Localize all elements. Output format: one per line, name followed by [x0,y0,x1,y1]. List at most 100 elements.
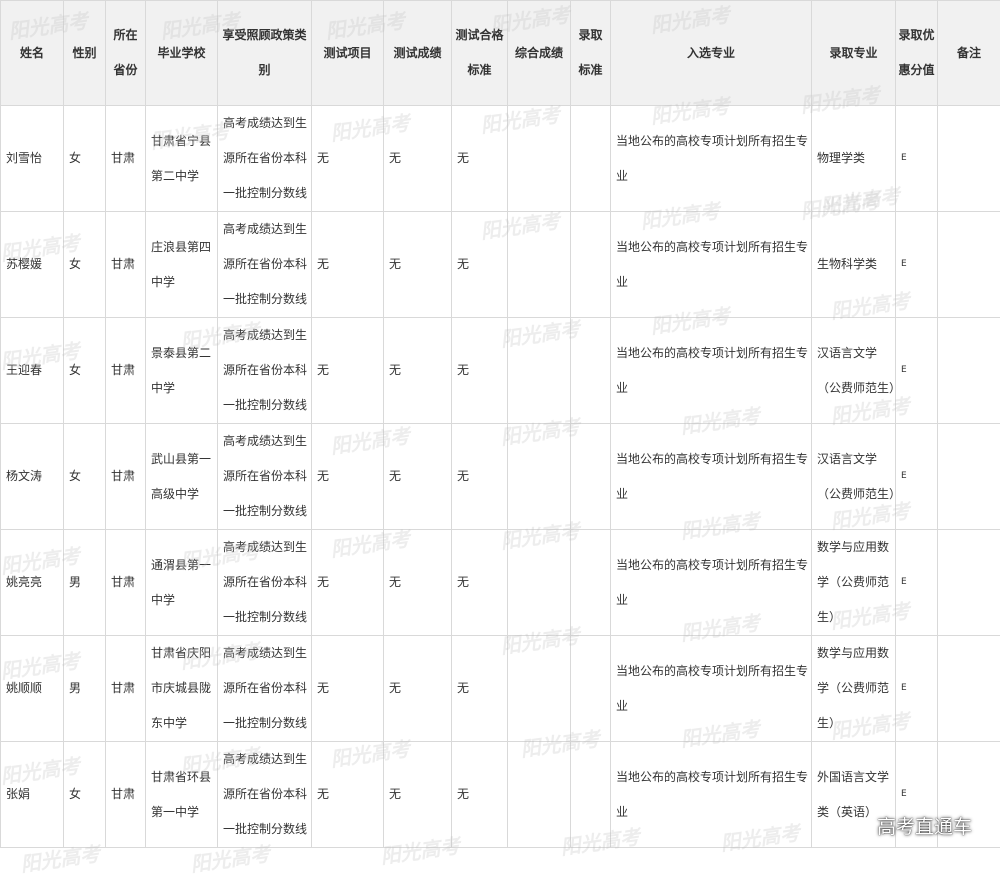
admission-standard-cell [571,212,611,318]
test-item-cell: 无 [312,424,384,530]
test-standard-cell: 无 [452,106,508,212]
school-cell: 甘肃省庆阳市庆城县陇东中学 [146,636,218,742]
admission-standard-cell [571,530,611,636]
test-item-cell: 无 [312,106,384,212]
admitted-major-cell: 物理学类 [812,106,896,212]
admission-standard-cell [571,106,611,212]
test-score-cell: 无 [384,212,452,318]
test-score-cell: 无 [384,742,452,848]
test-score-cell: 无 [384,424,452,530]
test-score-cell: 无 [384,106,452,212]
admitted-major-cell: 汉语言文学（公费师范生） [812,318,896,424]
header-row: 姓名 性别 所在省份 毕业学校 享受照顾政策类别 测试项目 测试成绩 测试合格标… [1,1,1000,106]
gender-cell: 女 [64,318,106,424]
province-cell: 甘肃 [106,212,146,318]
policy-cell: 高考成绩达到生源所在省份本科一批控制分数线 [218,106,312,212]
header-cell: 备注 [938,1,1000,106]
policy-cell: 高考成绩达到生源所在省份本科一批控制分数线 [218,424,312,530]
composite-score-cell [508,530,571,636]
selected-major-cell: 当地公布的高校专项计划所有招生专业 [611,212,812,318]
province-cell: 甘肃 [106,742,146,848]
header-cell: 性别 [64,1,106,106]
header-cell: 录取专业 [812,1,896,106]
brand-label: 高考直通车 [877,812,972,839]
admitted-major-cell: 数学与应用数学（公费师范生） [812,530,896,636]
gender-cell: 女 [64,424,106,530]
name-cell: 刘雪怡 [1,106,64,212]
header-cell: 测试项目 [312,1,384,106]
test-item-cell: 无 [312,318,384,424]
name-cell: 苏樱媛 [1,212,64,318]
composite-score-cell [508,212,571,318]
header-cell: 所在省份 [106,1,146,106]
header-cell: 综合成绩 [508,1,571,106]
policy-cell: 高考成绩达到生源所在省份本科一批控制分数线 [218,636,312,742]
table-row: 姚亮亮男甘肃通渭县第一中学高考成绩达到生源所在省份本科一批控制分数线无无无当地公… [1,530,1000,636]
remarks-cell [938,212,1000,318]
header-cell: 测试成绩 [384,1,452,106]
header-cell: 姓名 [1,1,64,106]
province-cell: 甘肃 [106,530,146,636]
selected-major-cell: 当地公布的高校专项计划所有招生专业 [611,424,812,530]
test-item-cell: 无 [312,742,384,848]
selected-major-cell: 当地公布的高校专项计划所有招生专业 [611,530,812,636]
composite-score-cell [508,636,571,742]
bonus-points-cell: E [896,318,938,424]
remarks-cell [938,318,1000,424]
gender-cell: 男 [64,530,106,636]
composite-score-cell [508,106,571,212]
composite-score-cell [508,424,571,530]
test-item-cell: 无 [312,530,384,636]
province-cell: 甘肃 [106,636,146,742]
admission-standard-cell [571,424,611,530]
header-cell: 测试合格标准 [452,1,508,106]
remarks-cell [938,424,1000,530]
selected-major-cell: 当地公布的高校专项计划所有招生专业 [611,106,812,212]
test-score-cell: 无 [384,318,452,424]
name-cell: 张娟 [1,742,64,848]
gender-cell: 女 [64,742,106,848]
policy-cell: 高考成绩达到生源所在省份本科一批控制分数线 [218,530,312,636]
bonus-points-cell: E [896,530,938,636]
bonus-points-cell: E [896,424,938,530]
school-cell: 庄浪县第四中学 [146,212,218,318]
selected-major-cell: 当地公布的高校专项计划所有招生专业 [611,742,812,848]
header-cell: 录取标准 [571,1,611,106]
policy-cell: 高考成绩达到生源所在省份本科一批控制分数线 [218,212,312,318]
policy-cell: 高考成绩达到生源所在省份本科一批控制分数线 [218,318,312,424]
bonus-points-cell: E [896,106,938,212]
admitted-major-cell: 数学与应用数学（公费师范生） [812,636,896,742]
admission-standard-cell [571,636,611,742]
table-row: 王迎春女甘肃景泰县第二中学高考成绩达到生源所在省份本科一批控制分数线无无无当地公… [1,318,1000,424]
test-standard-cell: 无 [452,318,508,424]
header-cell: 毕业学校 [146,1,218,106]
test-standard-cell: 无 [452,636,508,742]
selected-major-cell: 当地公布的高校专项计划所有招生专业 [611,636,812,742]
header-cell: 享受照顾政策类别 [218,1,312,106]
admission-table: 姓名 性别 所在省份 毕业学校 享受照顾政策类别 测试项目 测试成绩 测试合格标… [0,0,1000,848]
name-cell: 王迎春 [1,318,64,424]
table-row: 杨文涛女甘肃武山县第一高级中学高考成绩达到生源所在省份本科一批控制分数线无无无当… [1,424,1000,530]
name-cell: 姚亮亮 [1,530,64,636]
gender-cell: 女 [64,212,106,318]
header-cell: 录取优惠分值 [896,1,938,106]
test-standard-cell: 无 [452,424,508,530]
remarks-cell [938,636,1000,742]
test-standard-cell: 无 [452,742,508,848]
policy-cell: 高考成绩达到生源所在省份本科一批控制分数线 [218,742,312,848]
admitted-major-cell: 汉语言文学（公费师范生） [812,424,896,530]
admission-standard-cell [571,318,611,424]
gender-cell: 女 [64,106,106,212]
composite-score-cell [508,742,571,848]
school-cell: 武山县第一高级中学 [146,424,218,530]
table-body: 刘雪怡女甘肃甘肃省宁县第二中学高考成绩达到生源所在省份本科一批控制分数线无无无当… [1,106,1000,848]
test-item-cell: 无 [312,636,384,742]
test-score-cell: 无 [384,636,452,742]
province-cell: 甘肃 [106,318,146,424]
admission-standard-cell [571,742,611,848]
test-score-cell: 无 [384,530,452,636]
test-standard-cell: 无 [452,212,508,318]
school-cell: 景泰县第二中学 [146,318,218,424]
table-row: 张娟女甘肃甘肃省环县第一中学高考成绩达到生源所在省份本科一批控制分数线无无无当地… [1,742,1000,848]
province-cell: 甘肃 [106,424,146,530]
